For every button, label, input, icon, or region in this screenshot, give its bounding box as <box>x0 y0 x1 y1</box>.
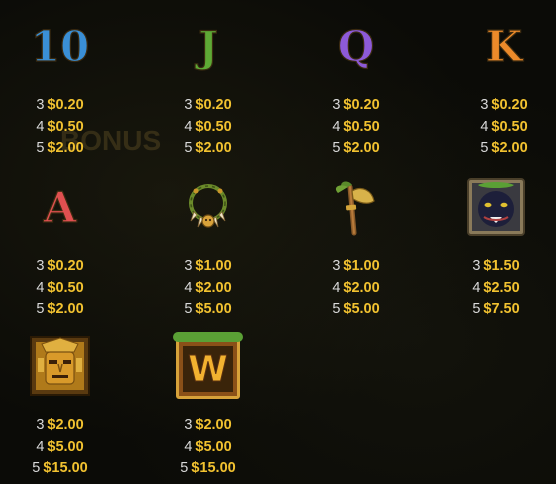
paytable-item-golden-mask: 3 $2.00 4 $5.00 5 $15.00 <box>0 334 120 484</box>
paytable-item-a: A 3 $0.20 4 $0.50 5 $2.00 <box>0 175 120 325</box>
axe-icon <box>324 175 388 239</box>
pay-row: 3 $1.00 <box>184 258 232 274</box>
pay-row: 3 $0.20 <box>184 97 232 113</box>
pay-row: 5 $15.00 <box>32 460 88 476</box>
pay-row: 3 $1.50 <box>472 258 520 274</box>
pay-row: 5 $5.00 <box>332 301 380 317</box>
pay-row: 5 $2.00 <box>480 140 528 156</box>
pay-row: 5 $2.00 <box>332 140 380 156</box>
symbol-a: A <box>43 182 77 232</box>
pay-row: 4 $0.50 <box>184 118 232 135</box>
paytable-item-wild: W 3 $2.00 4 $5.00 5 $15.00 <box>148 332 268 484</box>
symbol-10: 10 <box>30 21 90 71</box>
pay-row: 3 $0.20 <box>36 97 84 113</box>
pay-row: 3 $0.20 <box>332 97 380 113</box>
pay-row: 3 $1.00 <box>332 258 380 274</box>
pay-row: 5 $2.00 <box>184 140 232 156</box>
paytable-item-necklace: 3 $1.00 4 $2.00 5 $5.00 <box>148 175 268 325</box>
pay-row: 4 $2.00 <box>332 279 380 296</box>
pay-row: 3 $0.20 <box>36 258 84 274</box>
paytable-item-q: Q 3 $0.20 4 $0.50 5 $2.00 <box>296 14 416 164</box>
pay-row: 4 $0.50 <box>36 279 84 296</box>
pay-row: 3 $0.20 <box>480 97 528 113</box>
pay-row: 4 $0.50 <box>36 118 84 135</box>
pay-row: 4 $2.50 <box>472 279 520 296</box>
pay-row: 5 $7.50 <box>472 301 520 317</box>
pay-row: 3 $2.00 <box>184 417 232 433</box>
wild-label: W <box>188 348 229 390</box>
pay-row: 4 $0.50 <box>332 118 380 135</box>
pay-row: 4 $5.00 <box>36 438 84 455</box>
paytable-item-j: J 3 $0.20 4 $0.50 5 $2.00 <box>148 14 268 164</box>
paytable-item-panther-mask: 3 $1.50 4 $2.50 5 $7.50 <box>436 175 556 325</box>
pay-row: 5 $2.00 <box>36 301 84 317</box>
panther-mask-icon <box>464 175 528 239</box>
paytable-item-10: 10 3 $0.20 4 $0.50 5 $2.00 <box>0 14 120 164</box>
pay-row: 3 $2.00 <box>36 417 84 433</box>
pay-row: 5 $15.00 <box>180 460 236 476</box>
symbol-q: Q <box>337 21 375 71</box>
pay-row: 4 $5.00 <box>184 438 232 455</box>
pay-row: 4 $0.50 <box>480 118 528 135</box>
pay-row: 4 $2.00 <box>184 279 232 296</box>
pay-row: 5 $5.00 <box>184 301 232 317</box>
paytable-item-axe: 3 $1.00 4 $2.00 5 $5.00 <box>296 175 416 325</box>
wild-icon: W <box>173 332 243 404</box>
golden-mask-icon <box>28 334 92 398</box>
paytable-item-k: K 3 $0.20 4 $0.50 5 $2.00 <box>444 14 556 164</box>
symbol-k: K <box>485 21 523 71</box>
pay-row: 5 $2.00 <box>36 140 84 156</box>
necklace-icon <box>176 175 240 239</box>
symbol-j: J <box>197 21 218 71</box>
